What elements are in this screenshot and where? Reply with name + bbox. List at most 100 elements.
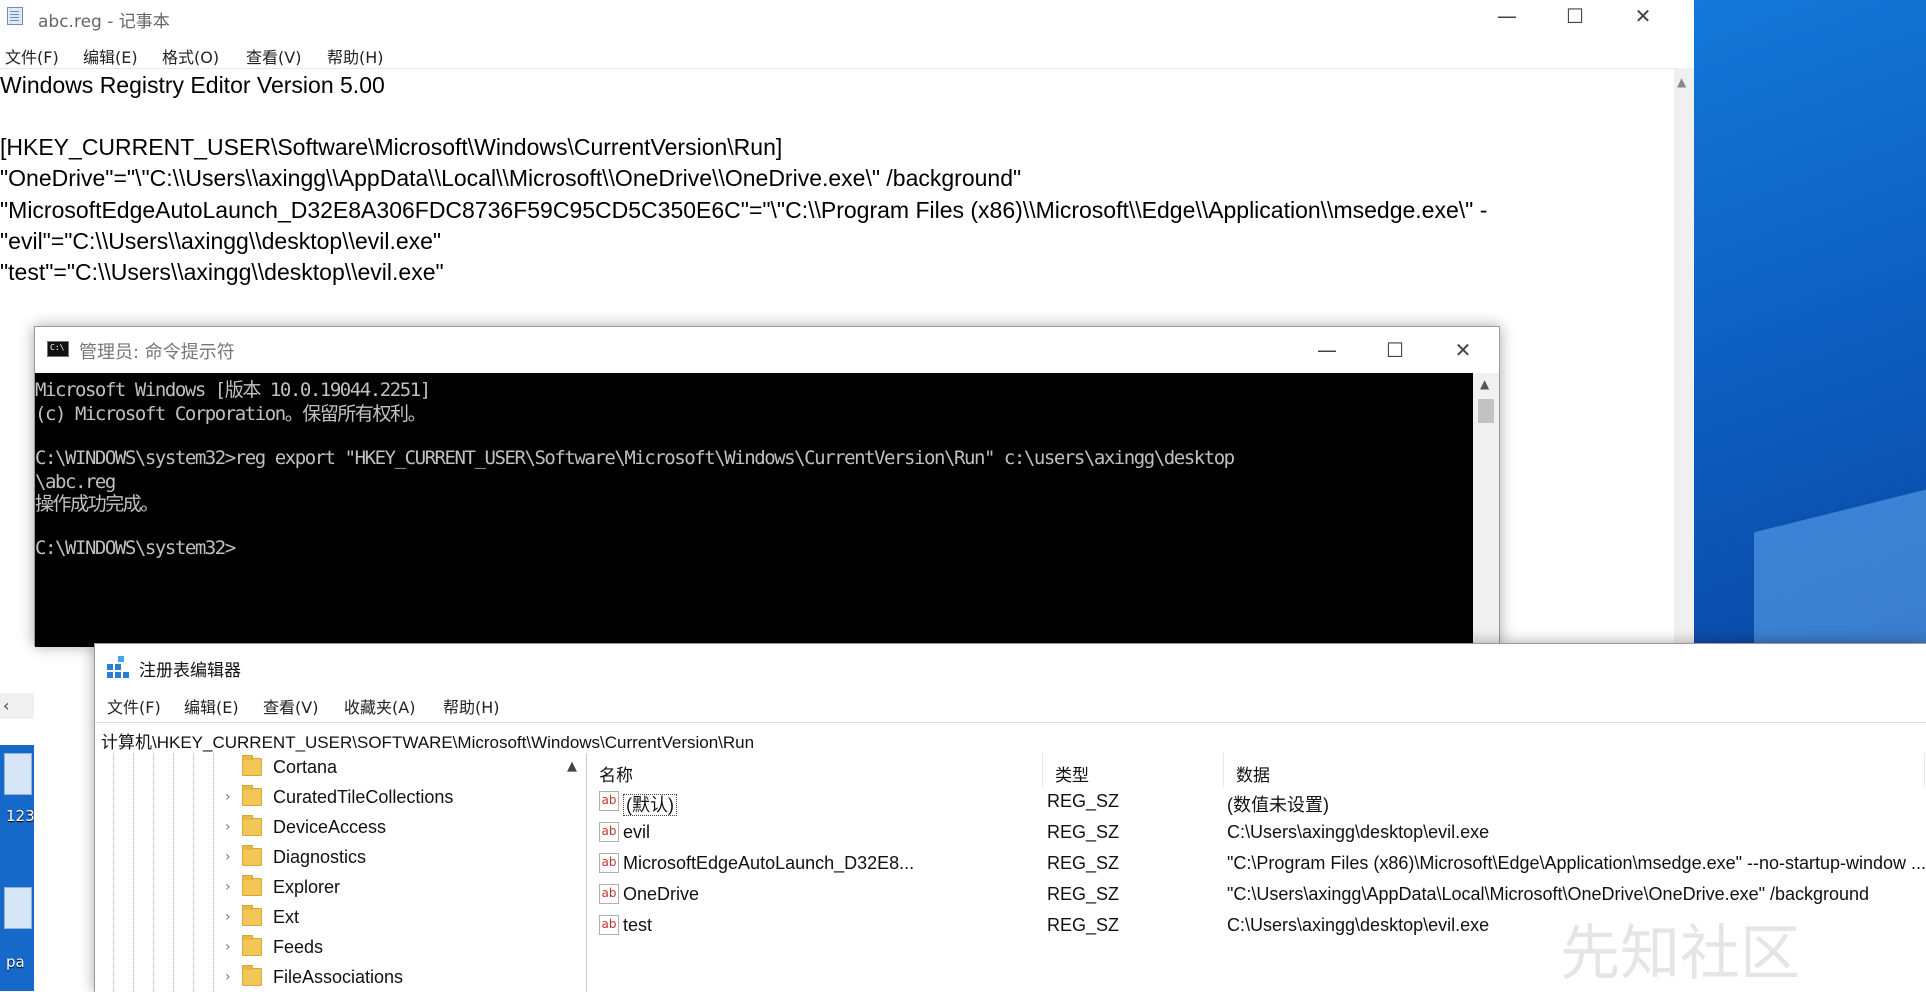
maximize-icon: ☐ xyxy=(1386,338,1404,362)
folder-icon xyxy=(242,845,262,866)
value-row-default[interactable]: ab (默认) REG_SZ (数值未设置) xyxy=(587,787,1926,818)
tree-vertical-scrollbar[interactable]: ▲ xyxy=(561,753,585,992)
value-row-edge-autolaunch[interactable]: ab MicrosoftEdgeAutoLaunch_D32E8... REG_… xyxy=(587,849,1926,880)
value-name: OneDrive xyxy=(623,884,700,904)
cmd-vertical-scrollbar[interactable]: ▲ xyxy=(1473,373,1499,647)
tree-item-label: Cortana xyxy=(273,757,338,777)
value-row-evil[interactable]: ab evil REG_SZ C:\Users\axingg\desktop\e… xyxy=(587,818,1926,849)
minimize-button[interactable]: — xyxy=(1473,0,1541,32)
menu-view[interactable]: 查看(V) xyxy=(246,44,301,68)
chevron-right-icon[interactable]: › xyxy=(225,849,231,865)
scroll-up-icon[interactable]: ▲ xyxy=(567,759,577,774)
address-bar[interactable]: 计算机\HKEY_CURRENT_USER\SOFTWARE\Microsoft… xyxy=(95,722,1926,754)
cmd-icon xyxy=(47,341,69,357)
scroll-up-icon[interactable]: ▲ xyxy=(1677,75,1686,89)
console-line: C:\WINDOWS\system32>reg export "HKEY_CUR… xyxy=(35,447,1235,469)
value-type: REG_SZ xyxy=(1047,884,1120,904)
scroll-left-icon[interactable]: ‹ xyxy=(3,696,9,715)
scrollbar-thumb[interactable] xyxy=(1478,399,1494,423)
desktop-icons-strip: 123 pa xyxy=(0,745,34,991)
value-data: "C:\Users\axingg\AppData\Local\Microsoft… xyxy=(1227,884,1870,904)
string-value-icon: ab xyxy=(599,915,619,935)
console-line: 操作成功完成。 xyxy=(35,493,159,515)
menu-file[interactable]: 文件(F) xyxy=(107,694,161,718)
column-header-label: 名称 xyxy=(599,766,633,786)
cmd-window: 管理员: 命令提示符 — ☐ ✕ Microsoft Windows [版本 1… xyxy=(34,326,1500,647)
regedit-icon xyxy=(107,656,129,678)
regedit-menubar: 文件(F) 编辑(E) 查看(V) 收藏夹(A) 帮助(H) xyxy=(95,688,1926,722)
value-data: "C:\Program Files (x86)\Microsoft\Edge\A… xyxy=(1227,853,1926,873)
console-line: Microsoft Windows [版本 10.0.19044.2251] xyxy=(35,379,431,401)
chevron-right-icon[interactable]: › xyxy=(225,909,231,925)
desktop-icon-label: pa xyxy=(6,953,25,971)
menu-view[interactable]: 查看(V) xyxy=(263,694,318,718)
menu-favorites[interactable]: 收藏夹(A) xyxy=(344,694,415,718)
tree-item-label: Ext xyxy=(273,907,300,927)
desktop-file-icon[interactable] xyxy=(4,887,32,929)
close-button[interactable]: ✕ xyxy=(1429,334,1497,366)
registry-key-tree[interactable]: Cortana › CuratedTileCollections › Devic… xyxy=(95,753,587,992)
regedit-title: 注册表编辑器 xyxy=(139,661,241,681)
notepad-titlebar[interactable]: abc.reg - 记事本 — ☐ ✕ xyxy=(0,0,1694,32)
menu-help[interactable]: 帮助(H) xyxy=(443,694,500,718)
address-path: 计算机\HKEY_CURRENT_USER\SOFTWARE\Microsoft… xyxy=(101,733,755,752)
notepad-vertical-scrollbar[interactable]: ▲ xyxy=(1674,68,1694,668)
cmd-titlebar[interactable]: 管理员: 命令提示符 — ☐ ✕ xyxy=(35,327,1499,373)
folder-icon xyxy=(242,935,262,956)
tree-item-label: FileAssociations xyxy=(273,967,404,987)
minimize-button[interactable]: — xyxy=(1293,334,1361,366)
notepad-menubar: 文件(F) 编辑(E) 格式(O) 查看(V) 帮助(H) xyxy=(0,40,1694,69)
chevron-right-icon[interactable]: › xyxy=(225,789,231,805)
scroll-up-icon[interactable]: ▲ xyxy=(1480,377,1489,391)
chevron-right-icon[interactable]: › xyxy=(225,879,231,895)
tree-item-label: Feeds xyxy=(273,937,324,957)
column-header-label: 数据 xyxy=(1236,766,1270,786)
chevron-right-icon[interactable]: › xyxy=(225,969,231,985)
console-line: (c) Microsoft Corporation。保留所有权利。 xyxy=(35,403,427,425)
menu-edit[interactable]: 编辑(E) xyxy=(184,694,239,718)
notepad-text-area[interactable]: Windows Registry Editor Version 5.00 [HK… xyxy=(0,70,1674,370)
cmd-console-output[interactable]: Microsoft Windows [版本 10.0.19044.2251] (… xyxy=(35,373,1473,647)
notepad-horizontal-scrollbar[interactable]: ‹ xyxy=(0,693,34,719)
menu-edit[interactable]: 编辑(E) xyxy=(83,44,138,68)
value-name: (默认) xyxy=(623,791,933,817)
tree-item-explorer[interactable]: › Explorer xyxy=(95,873,565,903)
tree-item-ext[interactable]: › Ext xyxy=(95,903,565,933)
maximize-icon: ☐ xyxy=(1566,4,1584,28)
minimize-icon: — xyxy=(1317,338,1337,362)
text-line: [HKEY_CURRENT_USER\Software\Microsoft\Wi… xyxy=(0,134,783,160)
tree-item-deviceaccess[interactable]: › DeviceAccess xyxy=(95,813,565,843)
minimize-icon: — xyxy=(1497,4,1517,28)
desktop-file-icon[interactable] xyxy=(4,753,32,795)
tree-item-diagnostics[interactable]: › Diagnostics xyxy=(95,843,565,873)
folder-icon xyxy=(242,755,262,776)
maximize-button[interactable]: ☐ xyxy=(1541,0,1609,32)
menu-format[interactable]: 格式(O) xyxy=(162,44,219,68)
value-name: MicrosoftEdgeAutoLaunch_D32E8... xyxy=(623,853,915,873)
folder-icon xyxy=(242,875,262,896)
watermark: 先知社区 xyxy=(1560,919,1800,989)
value-type: REG_SZ xyxy=(1047,853,1120,873)
column-header-name[interactable]: 名称 xyxy=(587,753,1043,787)
tree-item-curatedtilecollections[interactable]: › CuratedTileCollections xyxy=(95,783,565,813)
column-header-data[interactable]: 数据 xyxy=(1224,753,1925,787)
string-value-icon: ab xyxy=(599,822,619,842)
close-button[interactable]: ✕ xyxy=(1609,0,1677,32)
text-line: "evil"="C:\\Users\\axingg\\desktop\\evil… xyxy=(0,228,442,254)
string-value-icon: ab xyxy=(599,853,619,873)
tree-item-fileassociations[interactable]: › FileAssociations xyxy=(95,963,565,992)
console-prompt: C:\WINDOWS\system32> xyxy=(35,537,236,559)
menu-help[interactable]: 帮助(H) xyxy=(327,44,384,68)
chevron-right-icon[interactable]: › xyxy=(225,819,231,835)
tree-item-label: DeviceAccess xyxy=(273,817,387,837)
text-line: "OneDrive"="\"C:\\Users\\axingg\\AppData… xyxy=(0,165,1022,191)
value-data: C:\Users\axingg\desktop\evil.exe xyxy=(1227,822,1490,842)
chevron-right-icon[interactable]: › xyxy=(225,939,231,955)
menu-file[interactable]: 文件(F) xyxy=(5,44,59,68)
column-header-type[interactable]: 类型 xyxy=(1043,753,1224,787)
close-icon: ✕ xyxy=(1634,4,1652,28)
tree-item-feeds[interactable]: › Feeds xyxy=(95,933,565,963)
maximize-button[interactable]: ☐ xyxy=(1361,334,1429,366)
tree-item-cortana[interactable]: Cortana xyxy=(95,753,565,783)
regedit-titlebar[interactable]: 注册表编辑器 xyxy=(95,644,1926,688)
